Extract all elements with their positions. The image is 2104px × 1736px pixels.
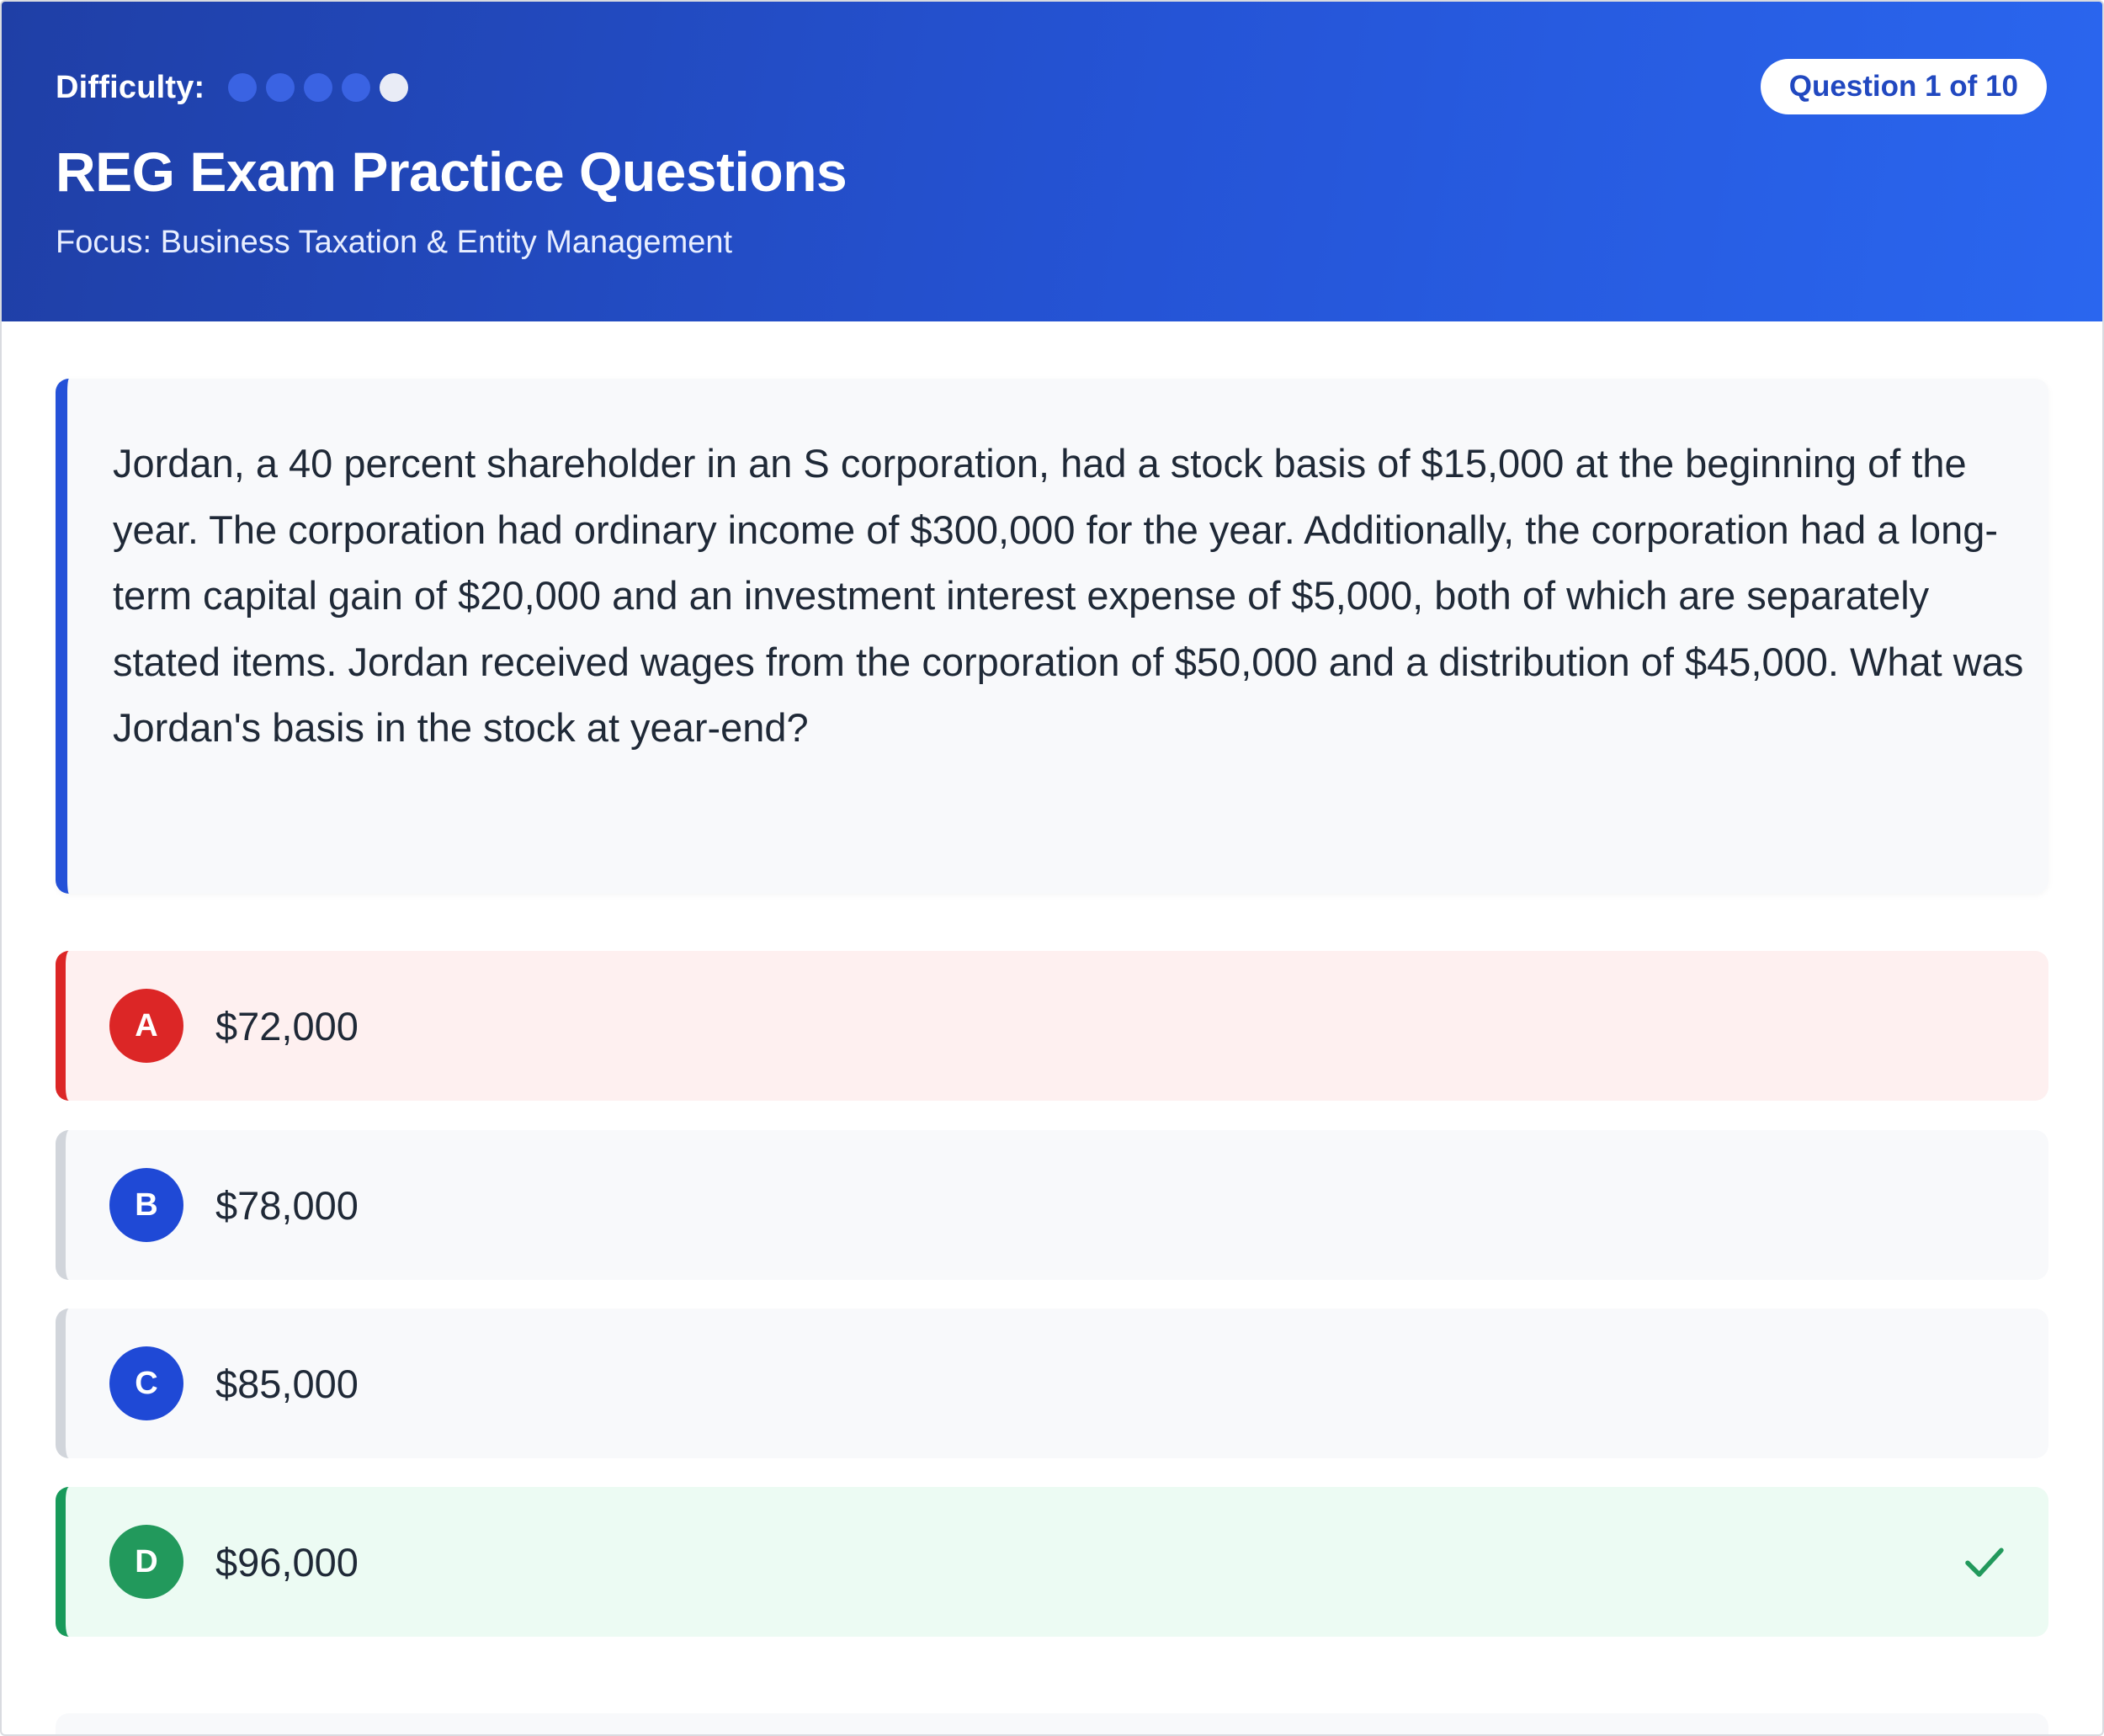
quiz-window: Difficulty: REG Exam Practice Questions … <box>0 0 2104 1736</box>
difficulty-indicator: Difficulty: <box>56 67 417 108</box>
option-c[interactable]: C $85,000 <box>56 1309 2048 1458</box>
option-d[interactable]: D $96,000 <box>56 1487 2048 1637</box>
next-section-card <box>56 1713 2048 1734</box>
difficulty-label: Difficulty: <box>56 69 205 105</box>
option-text: $72,000 <box>215 1003 359 1049</box>
check-icon <box>1965 1548 2004 1577</box>
quiz-header: Difficulty: REG Exam Practice Questions … <box>2 2 2102 321</box>
difficulty-dot-4 <box>342 73 371 102</box>
page-title: REG Exam Practice Questions <box>56 141 847 203</box>
option-text: $78,000 <box>215 1182 359 1228</box>
question-text: Jordan, a 40 percent shareholder in an S… <box>113 441 2024 750</box>
option-a[interactable]: A $72,000 <box>56 951 2048 1101</box>
option-text: $85,000 <box>215 1361 359 1406</box>
difficulty-dot-3 <box>304 73 333 102</box>
option-letter-badge: A <box>109 989 183 1063</box>
option-letter-badge: C <box>109 1346 183 1420</box>
option-b[interactable]: B $78,000 <box>56 1130 2048 1280</box>
difficulty-dot-2 <box>266 73 295 102</box>
page-subtitle: Focus: Business Taxation & Entity Manage… <box>56 225 733 260</box>
option-letter-badge: B <box>109 1168 183 1242</box>
difficulty-dot-5 <box>380 73 409 102</box>
question-counter-badge: Question 1 of 10 <box>1760 59 2047 114</box>
option-letter-badge: D <box>109 1525 183 1599</box>
question-card: Jordan, a 40 percent shareholder in an S… <box>56 379 2048 894</box>
option-text: $96,000 <box>215 1539 359 1585</box>
difficulty-dot-1 <box>228 73 258 102</box>
